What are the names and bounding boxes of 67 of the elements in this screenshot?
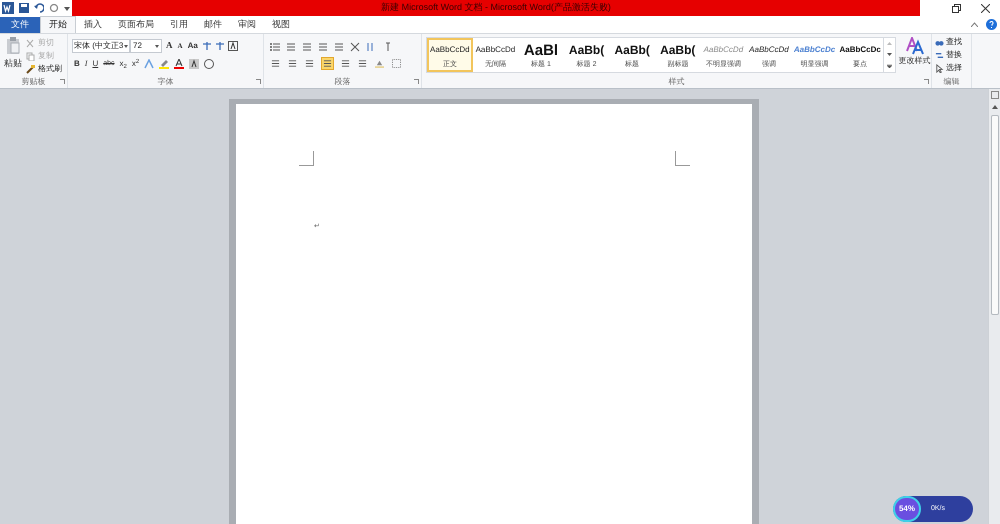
group-label: 字体	[158, 76, 174, 88]
justify-icon[interactable]	[321, 57, 334, 70]
select-button[interactable]: 选择	[935, 62, 971, 74]
shading-icon[interactable]	[374, 58, 385, 69]
more-icon[interactable]	[887, 64, 892, 68]
clipboard-button[interactable]: 格式刷	[26, 63, 62, 75]
align-right-icon[interactable]	[304, 58, 315, 69]
ribbon-tab[interactable]: 引用	[162, 16, 196, 33]
find-button[interactable]: 查找	[935, 36, 971, 48]
font-name-dropdown[interactable]: 宋体 (中文正3	[72, 39, 130, 53]
ribbon-tab[interactable]: 页面布局	[110, 16, 162, 33]
borders-icon[interactable]	[391, 58, 402, 69]
underline-button[interactable]: U	[92, 58, 98, 70]
dialog-launcher-icon[interactable]	[414, 79, 419, 84]
grow-font-button[interactable]: A	[165, 39, 174, 53]
caret-icon	[155, 44, 159, 48]
scroll-down-icon[interactable]	[887, 53, 892, 56]
ribbon-tab[interactable]: 开始	[40, 16, 76, 33]
subscript-button[interactable]: x$_{2}$	[120, 58, 127, 70]
italic-button[interactable]: I	[84, 58, 88, 70]
file-tab[interactable]: 文件	[0, 17, 40, 33]
save-icon[interactable]	[19, 3, 29, 13]
center-icon[interactable]	[287, 58, 298, 69]
dialog-launcher-icon[interactable]	[256, 79, 261, 84]
cursor-icon	[935, 64, 944, 72]
ribbon-tab[interactable]: 视图	[264, 16, 298, 33]
bold-button[interactable]: B	[74, 58, 80, 70]
clipboard-icon	[6, 37, 20, 55]
border-char-icon[interactable]	[228, 41, 238, 51]
paste-button[interactable]: 粘贴	[0, 34, 26, 75]
scissors-icon	[26, 38, 35, 48]
undo-icon[interactable]	[34, 3, 44, 13]
align-left-icon[interactable]	[270, 58, 281, 69]
highlight-icon[interactable]	[159, 59, 170, 69]
group-label: 样式	[668, 76, 684, 88]
font-color-icon[interactable]	[174, 59, 184, 69]
replace-button[interactable]: 替换	[935, 49, 971, 61]
scroll-up-icon[interactable]	[992, 105, 998, 109]
window-title: 新建 Microsoft Word 文档 - Microsoft Word(产品激活失败)	[381, 1, 611, 14]
margin-corner-mark	[299, 151, 314, 166]
dialog-launcher-icon[interactable]	[60, 79, 65, 84]
superscript-button[interactable]: x$^{2}$	[132, 58, 140, 70]
caret-icon	[124, 44, 128, 48]
vertical-scrollbar[interactable]	[988, 89, 1000, 524]
restore-icon[interactable]	[952, 4, 961, 12]
word-logo-icon[interactable]	[2, 2, 14, 14]
brush-icon	[26, 64, 35, 74]
copy-icon	[26, 52, 35, 60]
close-icon[interactable]	[981, 4, 990, 12]
collapse-ribbon-icon[interactable]	[971, 22, 978, 27]
group-label: 剪贴板	[22, 76, 46, 88]
margin-corner-mark	[675, 151, 690, 166]
font-size-dropdown[interactable]: 72	[130, 39, 162, 53]
group-label: 段落	[334, 76, 350, 88]
scroll-thumb[interactable]	[990, 115, 998, 315]
group-label: 编辑	[944, 76, 960, 88]
ribbon-tab[interactable]: 审阅	[230, 16, 264, 33]
change-case-button[interactable]: Aa	[186, 40, 199, 52]
bullets-icon[interactable]	[270, 42, 280, 52]
customize-caret-icon[interactable]	[64, 4, 70, 12]
ruler-toggle-icon[interactable]	[990, 91, 998, 99]
ribbon-tab[interactable]: 邮件	[196, 16, 230, 33]
help-icon[interactable]	[986, 19, 997, 30]
ribbon-tab[interactable]: 插入	[76, 16, 110, 33]
change-styles-button[interactable]: 更改样式	[898, 37, 931, 75]
dialog-launcher-icon[interactable]	[924, 79, 929, 84]
letters-a-icon	[906, 37, 924, 55]
